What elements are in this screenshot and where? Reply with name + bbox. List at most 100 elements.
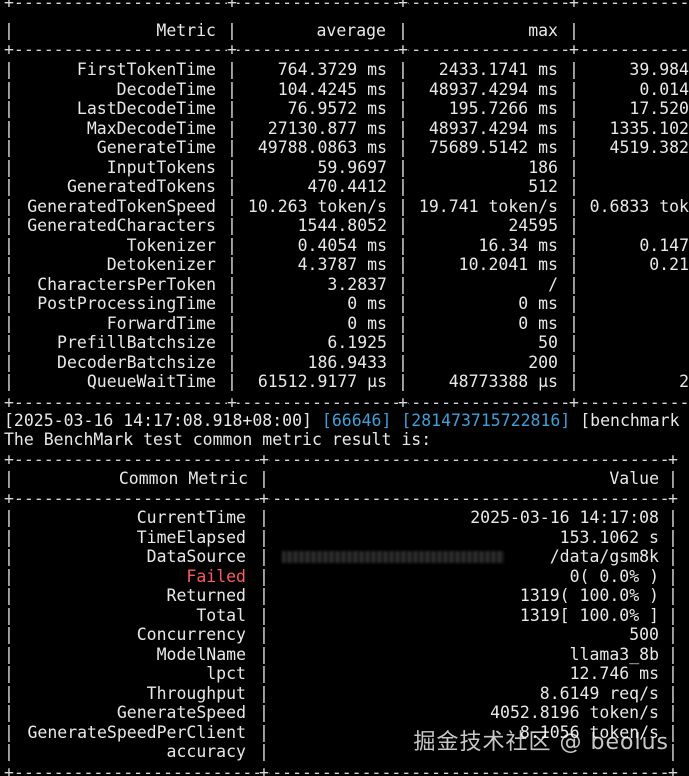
metric-max: 186 — [528, 157, 558, 177]
border-corner: + — [4, 489, 14, 509]
column-separator: | — [569, 196, 579, 216]
header-value: Value — [609, 469, 659, 488]
common-metric-name: CurrentTime — [136, 508, 246, 527]
log-timestamp: [2025-03-16 14:17:08.918+08:00] — [4, 411, 312, 430]
metric-average: 76.9572 ms — [287, 99, 387, 118]
column-separator: | — [569, 177, 579, 196]
column-separator: | — [259, 664, 269, 683]
metric-name: GeneratedTokenSpeed — [27, 196, 216, 216]
column-separator: | — [259, 703, 269, 722]
metric-max: 512 — [528, 177, 558, 196]
common-metric-value: 1319( 100.0% ) — [519, 586, 659, 605]
log-tid: [281473715722816] — [401, 411, 571, 430]
metric-min: 4519.382 — [609, 138, 689, 157]
metric-average: 59.9697 — [317, 157, 387, 177]
column-separator: | — [668, 508, 678, 527]
table-border-bottom: ----------------------------------------… — [4, 392, 689, 412]
column-separator: | — [569, 255, 579, 274]
metric-max: 24595 — [508, 216, 558, 235]
border-corner: + — [4, 450, 14, 470]
failed-metric-label: Failed — [186, 566, 246, 586]
metric-name: GeneratedCharacters — [27, 216, 216, 235]
column-separator: | — [569, 235, 579, 255]
column-separator: | — [569, 99, 579, 118]
metric-max: 75689.5142 ms — [428, 138, 558, 157]
metric-min: 1335.102 — [609, 118, 689, 138]
border-corner: + — [259, 450, 269, 470]
metric-name: GeneratedTokens — [66, 177, 216, 196]
metric-max: 0 ms — [518, 294, 558, 313]
common-metric-value: 12.746 ms — [569, 664, 659, 683]
table2-border-bottom: ----------------------------------------… — [4, 762, 672, 776]
column-separator: | — [398, 21, 408, 40]
table2-border-top: ----------------------------------------… — [4, 450, 672, 469]
metric-max: 50 — [538, 333, 558, 352]
metric-name: CharactersPerToken — [37, 274, 216, 294]
table-header-separator: ----------------------------------------… — [4, 40, 689, 59]
column-separator: | — [668, 527, 678, 547]
border-corner: + — [668, 489, 678, 509]
metric-average: 61512.9177 μs — [257, 372, 387, 391]
common-metric-name: DataSource — [146, 547, 246, 566]
column-separator: | — [259, 683, 269, 703]
metric-name: DecodeTime — [116, 79, 216, 99]
metric-max: 19.741 token/s — [418, 196, 558, 216]
metric-average: 104.4245 ms — [277, 79, 387, 99]
column-separator: | — [569, 372, 579, 391]
metric-max: 16.34 ms — [478, 235, 558, 255]
border-corner: + — [4, 392, 14, 412]
log-message: The BenchMark test common metric result … — [4, 430, 432, 449]
metric-average: 10.263 token/s — [247, 196, 387, 216]
column-separator: | — [668, 742, 678, 761]
border-corner: + — [569, 0, 579, 13]
column-separator: | — [569, 21, 579, 40]
column-separator: | — [569, 274, 579, 294]
column-separator: | — [259, 527, 269, 547]
metric-average: 0.4054 ms — [297, 235, 387, 255]
common-metric-name: Throughput — [146, 683, 246, 703]
common-metric-name: ModelName — [156, 644, 246, 664]
border-corner: + — [259, 489, 269, 509]
metric-average: 3.2837 — [327, 274, 387, 294]
common-metric-name: accuracy — [166, 742, 246, 761]
redacted-path-mask — [282, 551, 504, 563]
column-separator: | — [259, 547, 269, 566]
header-average: average — [316, 21, 386, 40]
metric-max: 0 ms — [518, 313, 558, 333]
terminal-window: ----------------------------------------… — [0, 0, 689, 776]
column-separator: | — [569, 313, 579, 333]
common-metric-name: GenerateSpeed — [116, 703, 246, 722]
metric-average: 470.4412 — [307, 177, 387, 196]
common-metric-name: GenerateSpeedPerClient — [27, 722, 246, 742]
common-metric-value: 0( 0.0% ) — [569, 566, 659, 586]
table-border-top: ----------------------------------------… — [4, 0, 689, 12]
metric-average: 27130.877 ms — [267, 118, 387, 138]
metric-min: 0.014 — [639, 79, 689, 99]
metric-name: QueueWaitTime — [86, 372, 216, 391]
border-corner: + — [4, 0, 14, 13]
metric-max: 48937.4294 ms — [428, 118, 558, 138]
metric-average: 0 ms — [347, 313, 387, 333]
table2-header-separator: ----------------------------------------… — [4, 489, 672, 508]
common-metric-name: Returned — [166, 586, 246, 605]
column-separator: | — [259, 722, 269, 742]
column-separator: | — [259, 508, 269, 527]
metric-name: FirstTokenTime — [76, 60, 216, 79]
metric-average: 0 ms — [347, 294, 387, 313]
column-separator: | — [259, 469, 269, 488]
column-separator: | — [259, 644, 269, 664]
header-max: max — [528, 21, 558, 40]
metric-name: PostProcessingTime — [37, 294, 216, 313]
border-corner: + — [259, 762, 269, 776]
column-separator: | — [259, 605, 269, 625]
metric-max: 10.2041 ms — [458, 255, 558, 274]
metric-name: MaxDecodeTime — [86, 118, 216, 138]
border-corner: + — [227, 392, 237, 412]
metric-max: / — [548, 274, 558, 294]
column-separator: | — [259, 566, 269, 586]
column-separator: | — [668, 664, 678, 683]
column-separator: | — [569, 352, 579, 372]
log-pid: [66646] — [321, 411, 392, 430]
log-line: [2025-03-16 14:17:08.918+08:00] [66646] … — [4, 411, 680, 431]
column-separator: | — [569, 216, 579, 235]
